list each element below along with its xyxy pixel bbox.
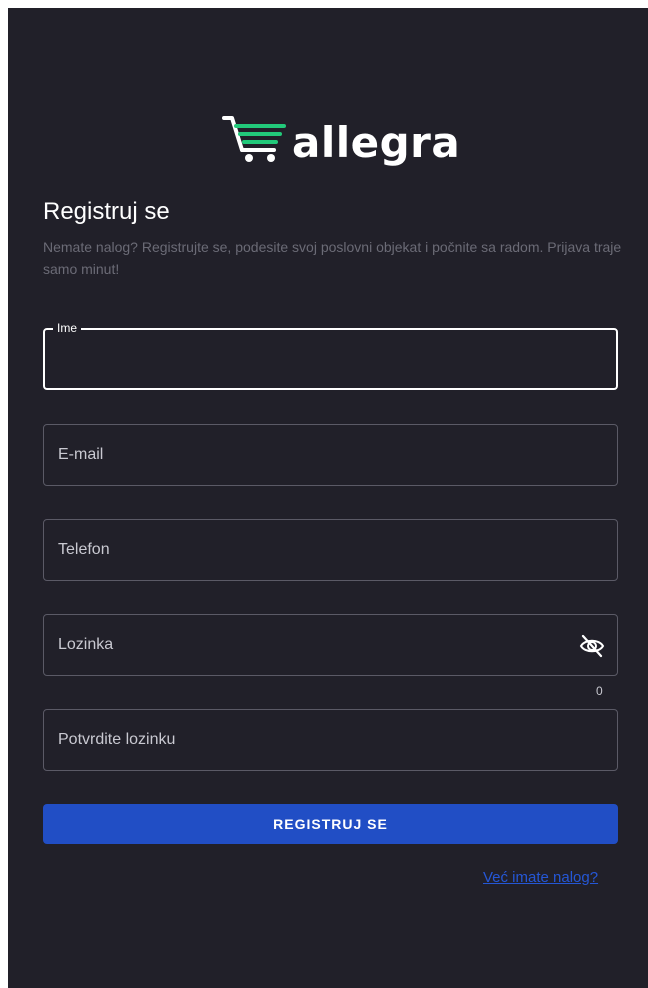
email-field-label: E-mail: [58, 446, 104, 463]
brand-name: allegra: [292, 118, 461, 167]
confirm-password-field[interactable]: Potvrdite lozinku: [43, 709, 618, 771]
eye-off-icon[interactable]: [579, 633, 605, 659]
login-link[interactable]: Već imate nalog?: [483, 869, 598, 886]
phone-field-label: Telefon: [58, 541, 110, 558]
password-char-counter: 0: [596, 684, 603, 698]
brand-logo: allegra: [222, 114, 460, 172]
register-button[interactable]: REGISTRUJ SE: [43, 804, 618, 844]
page-subtitle: Nemate nalog? Registrujte se, podesite s…: [43, 239, 622, 277]
email-field[interactable]: E-mail: [43, 424, 618, 486]
name-field[interactable]: Ime: [43, 321, 618, 390]
name-input[interactable]: [57, 348, 601, 374]
page-title: Registruj se: [43, 198, 170, 225]
confirm-password-field-label: Potvrdite lozinku: [58, 731, 176, 748]
shopping-cart-icon: [222, 116, 286, 162]
name-field-label: Ime: [53, 321, 82, 335]
password-field-label: Lozinka: [58, 636, 114, 653]
phone-field[interactable]: Telefon: [43, 519, 618, 581]
password-field[interactable]: Lozinka: [43, 614, 618, 676]
